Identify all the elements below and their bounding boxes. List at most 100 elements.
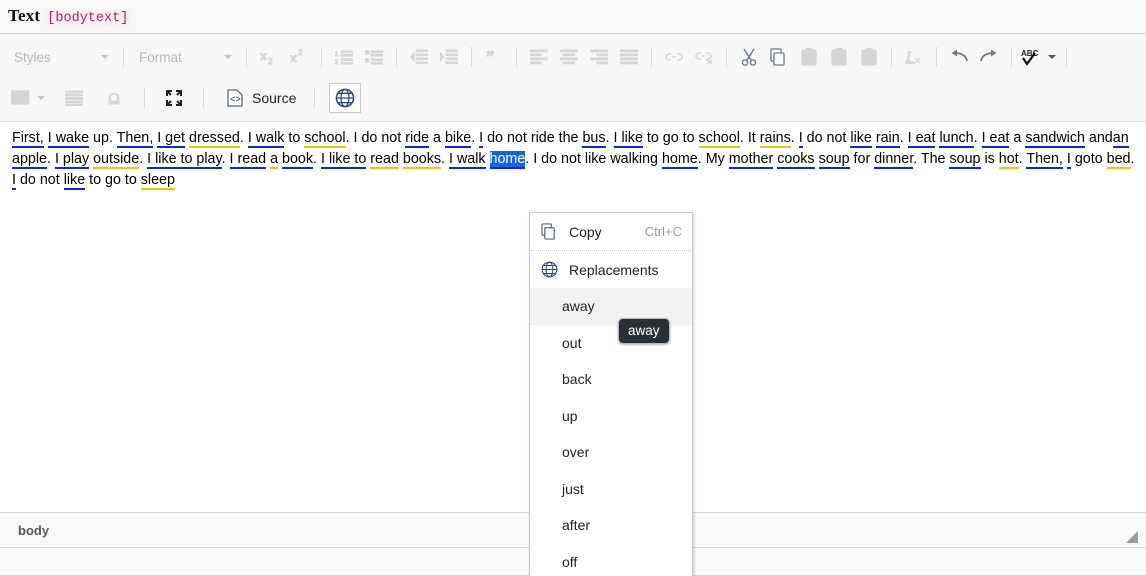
underlined-word-blue[interactable]: I eat: [981, 130, 1010, 148]
copy-icon[interactable]: [765, 44, 793, 70]
underlined-word-blue[interactable]: I like to: [321, 151, 367, 169]
underlined-word-blue[interactable]: ride: [405, 130, 430, 148]
underlined-word-blue[interactable]: First,: [12, 130, 44, 148]
align-left-icon[interactable]: [525, 44, 553, 70]
underlined-word-yellow[interactable]: read: [370, 151, 399, 169]
chevron-down-icon: [224, 55, 232, 59]
underlined-word-blue[interactable]: bike: [444, 130, 472, 148]
replacement-option[interactable]: just: [530, 471, 692, 508]
replacement-option[interactable]: over: [530, 434, 692, 471]
underlined-word-blue[interactable]: sandwich: [1025, 130, 1085, 148]
underlined-word-blue[interactable]: Then,: [116, 130, 154, 148]
underlined-word-blue[interactable]: I get: [157, 130, 186, 148]
source-button[interactable]: <> Source: [220, 84, 304, 112]
decrease-indent-icon[interactable]: [405, 44, 433, 70]
blockquote-icon[interactable]: ”: [480, 44, 508, 70]
underlined-word-blue[interactable]: soup: [949, 151, 981, 169]
replacement-option[interactable]: up: [530, 398, 692, 435]
body-paragraph[interactable]: First, I wake up. Then, I get dressed. I…: [12, 128, 1136, 191]
underlined-word-yellow[interactable]: outside: [93, 151, 140, 169]
table-dropdown-arrow[interactable]: [35, 85, 47, 111]
plain-text: .: [471, 130, 480, 146]
plain-text: .: [790, 130, 799, 146]
undo-icon[interactable]: [945, 44, 973, 70]
underlined-word-yellow[interactable]: hot: [998, 151, 1019, 169]
replacement-option[interactable]: off: [530, 544, 692, 576]
remove-format-icon[interactable]: I: [900, 44, 928, 70]
align-right-icon[interactable]: [585, 44, 613, 70]
toolbar-separator: [1066, 47, 1067, 67]
underlined-word-blue[interactable]: lunch: [939, 130, 974, 148]
underlined-word-yellow[interactable]: sleep: [140, 172, 175, 190]
plain-text: .: [139, 151, 148, 167]
link-icon[interactable]: [660, 44, 688, 70]
paste-as-text-icon[interactable]: T: [825, 44, 853, 70]
horizontal-rule-icon[interactable]: [60, 85, 88, 111]
underlined-word-yellow[interactable]: books: [402, 151, 442, 169]
superscript-icon[interactable]: x2: [285, 44, 313, 70]
numbered-list-icon[interactable]: 12: [330, 44, 358, 70]
paste-icon[interactable]: [795, 44, 823, 70]
underlined-word-blue[interactable]: I like to play: [147, 151, 222, 169]
underlined-word-blue[interactable]: like: [63, 172, 86, 190]
subscript-icon[interactable]: x2: [255, 44, 283, 70]
underlined-word-yellow[interactable]: school: [698, 130, 740, 148]
underlined-word-blue[interactable]: mother: [728, 151, 774, 169]
justify-icon[interactable]: [615, 44, 643, 70]
underlined-word-blue[interactable]: I like: [613, 130, 643, 148]
underlined-word-blue[interactable]: rain: [875, 130, 900, 148]
styles-dropdown[interactable]: Styles: [6, 45, 114, 69]
format-dropdown[interactable]: Format: [131, 45, 237, 69]
increase-indent-icon[interactable]: [435, 44, 463, 70]
svg-text:2: 2: [298, 48, 303, 57]
underlined-word-yellow[interactable]: bed: [1106, 151, 1131, 169]
underlined-word-blue[interactable]: soup: [818, 151, 850, 169]
align-center-icon[interactable]: [555, 44, 583, 70]
underlined-word-blue[interactable]: I play: [54, 151, 90, 169]
underlined-word-blue[interactable]: I wake: [47, 130, 90, 148]
redo-icon[interactable]: [975, 44, 1003, 70]
underlined-word-blue[interactable]: bus: [582, 130, 606, 148]
chevron-down-icon: [101, 55, 109, 59]
underlined-word-blue[interactable]: Then,: [1026, 151, 1063, 169]
table-icon[interactable]: [9, 85, 33, 111]
svg-text:1: 1: [335, 52, 339, 58]
editor-toolbar: Styles Format x2 x2 12 ” T W I ABC Ω <> …: [0, 34, 1146, 122]
underlined-word-blue[interactable]: I read: [229, 151, 267, 169]
context-menu[interactable]: Copy Ctrl+C Replacements away out back up ov…: [529, 212, 693, 576]
paste-from-word-icon[interactable]: W: [855, 44, 883, 70]
underlined-word-blue[interactable]: cooks: [777, 151, 815, 169]
underlined-word-blue[interactable]: home: [661, 151, 698, 169]
maximize-icon[interactable]: [160, 85, 188, 111]
underlined-word-yellow[interactable]: a: [270, 151, 279, 169]
context-menu-item-copy[interactable]: Copy Ctrl+C: [530, 213, 692, 250]
underlined-word-blue[interactable]: I walk: [247, 130, 285, 148]
underlined-word-blue[interactable]: I eat: [907, 130, 936, 148]
replacement-option[interactable]: back: [530, 361, 692, 398]
underlined-word-blue[interactable]: I walk: [449, 151, 486, 169]
underlined-word-yellow[interactable]: rains: [759, 130, 791, 148]
bulleted-list-icon[interactable]: [360, 44, 388, 70]
replacement-option-label: back: [562, 371, 592, 388]
special-character-icon[interactable]: Ω: [101, 85, 129, 111]
element-path-body[interactable]: body: [18, 523, 49, 538]
resize-grip[interactable]: [1126, 530, 1138, 543]
underlined-word-blue[interactable]: dinner: [874, 151, 914, 169]
context-menu-item-replacements[interactable]: Replacements: [530, 251, 692, 288]
selected-word[interactable]: home: [489, 151, 526, 169]
plain-text: .: [239, 130, 248, 146]
plain-text: . I do not like walking: [525, 151, 662, 167]
plain-text: . It: [739, 130, 760, 146]
underlined-word-yellow[interactable]: dressed: [189, 130, 240, 148]
spellcheck-dropdown-arrow[interactable]: [1046, 44, 1058, 70]
plain-text: do not: [802, 130, 851, 146]
plain-text: .: [441, 151, 449, 167]
unlink-icon[interactable]: [690, 44, 718, 70]
underlined-word-blue[interactable]: book: [282, 151, 314, 169]
underlined-word-blue[interactable]: like: [850, 130, 872, 148]
globe-button[interactable]: [329, 83, 362, 113]
cut-icon[interactable]: [735, 44, 763, 70]
replacement-option[interactable]: after: [530, 507, 692, 544]
spellcheck-icon[interactable]: ABC: [1020, 44, 1044, 70]
underlined-word-yellow[interactable]: school: [304, 130, 346, 148]
